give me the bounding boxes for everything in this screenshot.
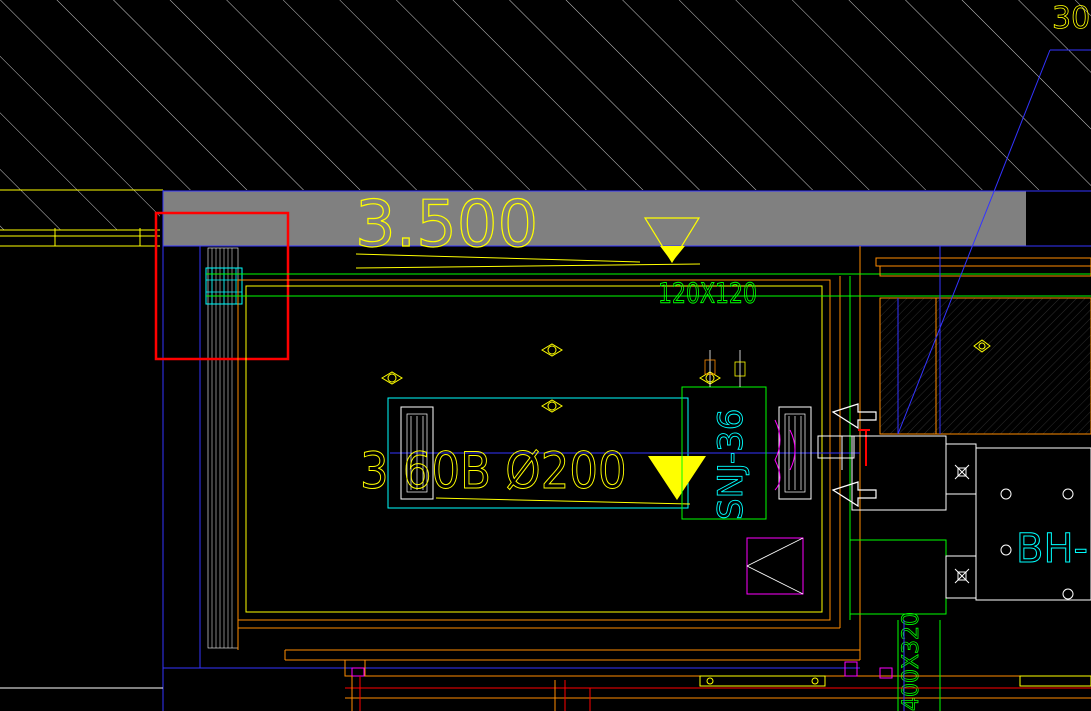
- left-wall: [0, 189, 200, 711]
- flow-direction-icon: [648, 456, 706, 500]
- unit-tag-label: SNJ-36: [711, 409, 751, 520]
- duct-size-label: 120X120: [658, 277, 757, 309]
- cad-drawing[interactable]: 3.500 120X120 3 60B Ø200 SNJ-36 BH- 30 4…: [0, 0, 1091, 711]
- bottom-pipework: [344, 620, 1091, 711]
- pipe-size-label: 400X320: [899, 612, 924, 711]
- column-grid-symbol: [205, 267, 243, 305]
- slab-hatch-area: [0, 0, 1091, 190]
- slab-band: [163, 191, 1026, 246]
- magenta-equipment: [746, 537, 804, 595]
- left-hatch-area: [0, 190, 160, 230]
- equipment-tag-label: BH-1: [1016, 526, 1091, 572]
- elevation-label: 3.500: [355, 188, 538, 262]
- top-right-dimension-label: 300: [1052, 1, 1091, 36]
- round-duct-label: 3 60B Ø200: [360, 443, 627, 501]
